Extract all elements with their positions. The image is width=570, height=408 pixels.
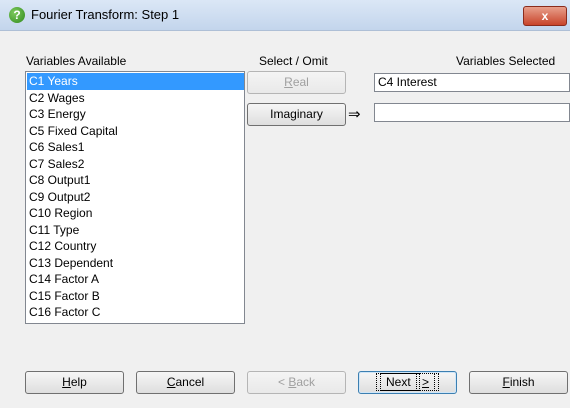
next-button-focus: Next >	[375, 373, 440, 391]
title-bar: ? Fourier Transform: Step 1 x	[0, 0, 570, 31]
help-question-icon: ?	[9, 7, 25, 23]
close-button[interactable]: x	[523, 6, 567, 26]
list-item[interactable]: C1 Years	[27, 73, 244, 90]
imaginary-selected-field[interactable]	[374, 103, 570, 122]
real-button-label-post: eal	[292, 75, 309, 89]
list-item[interactable]: C8 Output1	[27, 172, 244, 189]
cancel-button-label: ancel	[175, 375, 205, 389]
variables-available-label: Variables Available	[26, 54, 127, 68]
imaginary-button[interactable]: Imaginary	[247, 103, 346, 126]
list-item[interactable]: C3 Energy	[27, 106, 244, 123]
real-button[interactable]: Real	[247, 71, 346, 94]
list-item[interactable]: C12 Country	[27, 238, 244, 255]
variables-selected-label: Variables Selected	[456, 54, 556, 68]
help-button[interactable]: Help	[25, 371, 124, 394]
next-button-accel: >	[415, 373, 436, 391]
real-button-accel: R	[284, 75, 293, 89]
help-button-accel: H	[62, 375, 71, 389]
finish-button-label: inish	[509, 375, 535, 389]
list-item[interactable]: C7 Sales2	[27, 156, 244, 173]
real-selected-field[interactable]: C4 Interest	[374, 73, 570, 92]
list-item[interactable]: C10 Region	[27, 205, 244, 222]
list-item[interactable]: C14 Factor A	[27, 271, 244, 288]
arrow-right-icon: ⇒	[348, 106, 361, 123]
list-item[interactable]: C13 Dependent	[27, 255, 244, 272]
variables-available-list[interactable]: C1 Years C2 Wages C3 Energy C5 Fixed Capita…	[25, 71, 245, 324]
select-omit-label: Select / Omit	[259, 54, 328, 68]
cancel-button[interactable]: Cancel	[136, 371, 235, 394]
list-item[interactable]: C11 Type	[27, 222, 244, 239]
finish-button-accel: F	[502, 375, 510, 389]
list-item[interactable]: C15 Factor B	[27, 288, 244, 305]
list-item[interactable]: C6 Sales1	[27, 139, 244, 156]
list-item[interactable]: C5 Fixed Capital	[27, 123, 244, 140]
list-item[interactable]: C2 Wages	[27, 90, 244, 107]
list-item[interactable]: C16 Factor C	[27, 304, 244, 321]
window-title: Fourier Transform: Step 1	[31, 7, 180, 22]
help-button-label: elp	[70, 375, 87, 389]
next-button[interactable]: Next >	[358, 371, 457, 394]
next-button-label: Next	[379, 373, 421, 391]
back-button-label-pre: <	[277, 375, 289, 389]
finish-button[interactable]: Finish	[469, 371, 568, 394]
back-button[interactable]: < Back	[247, 371, 346, 394]
list-item[interactable]: C9 Output2	[27, 189, 244, 206]
back-button-label-post: ack	[296, 375, 316, 389]
